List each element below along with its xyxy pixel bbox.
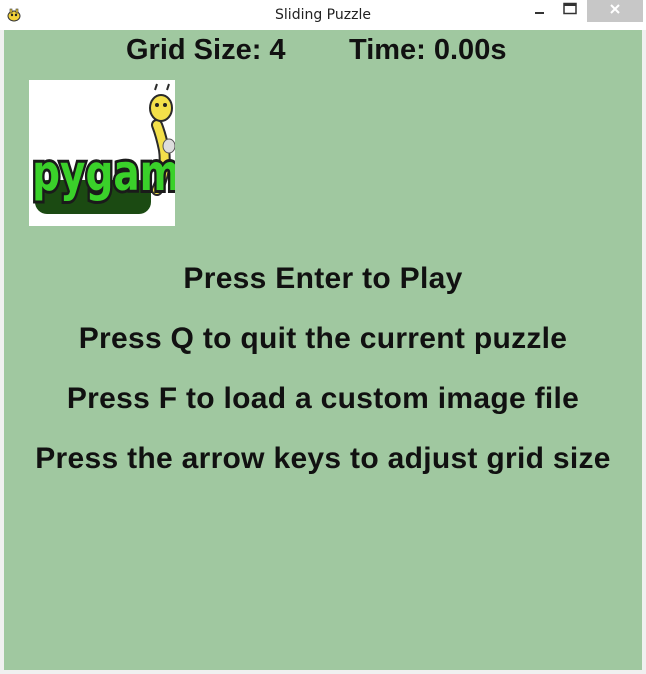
timer-label: Time: 0.00s: [349, 34, 507, 66]
instruction-load-image: Press F to load a custom image file: [66, 382, 580, 415]
grid-size-label: Grid Size: 4: [126, 34, 286, 66]
status-bar: Grid Size: 4 Time: 0.00s: [4, 34, 642, 70]
minimize-button[interactable]: [525, 0, 553, 22]
logo-text: pygame: [32, 143, 175, 202]
maximize-icon: [562, 2, 578, 21]
instruction-play: Press Enter to Play: [183, 262, 463, 295]
puzzle-preview-image: pygame pygame: [29, 80, 209, 226]
maximize-button[interactable]: [556, 0, 584, 22]
instruction-quit: Press Q to quit the current puzzle: [78, 322, 568, 355]
app-window: Sliding Puzzle Grid Size: 4 Time: 0.00s: [0, 0, 646, 674]
pygame-logo-image: pygame pygame: [29, 80, 209, 226]
minimize-icon: [532, 2, 546, 21]
close-button[interactable]: [587, 0, 643, 22]
instruction-grid-size: Press the arrow keys to adjust grid size: [35, 442, 611, 475]
title-bar[interactable]: Sliding Puzzle: [0, 0, 646, 30]
close-icon: [608, 2, 622, 21]
game-canvas[interactable]: Grid Size: 4 Time: 0.00s pygame pygame: [4, 30, 642, 670]
